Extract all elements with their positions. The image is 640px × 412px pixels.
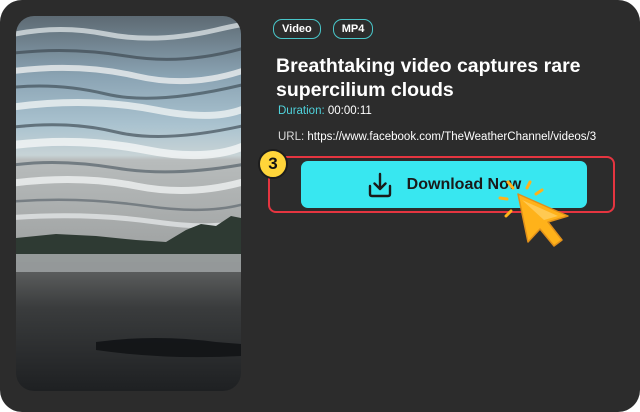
format-tags: Video MP4 bbox=[273, 19, 374, 39]
video-title: Breathtaking video captures rare superci… bbox=[276, 55, 581, 101]
url-value[interactable]: https://www.facebook.com/TheWeatherChann… bbox=[307, 131, 596, 143]
tag-mp4: MP4 bbox=[332, 19, 374, 39]
url-row: URL: https://www.facebook.com/TheWeather… bbox=[278, 131, 634, 143]
url-label: URL: bbox=[278, 131, 305, 143]
pointer-cursor-icon bbox=[496, 176, 580, 257]
video-result-card: Video MP4 Breathtaking video captures ra… bbox=[0, 0, 640, 412]
tag-video: Video bbox=[273, 19, 321, 39]
step-number-badge: 3 bbox=[258, 149, 288, 179]
duration-label: Duration: bbox=[278, 105, 325, 117]
duration-value: 00:00:11 bbox=[327, 105, 372, 117]
video-thumbnail[interactable] bbox=[16, 16, 241, 391]
download-icon bbox=[367, 172, 393, 198]
duration-row: Duration: 00:00:11 bbox=[278, 105, 372, 117]
thumbnail-image bbox=[16, 16, 241, 391]
